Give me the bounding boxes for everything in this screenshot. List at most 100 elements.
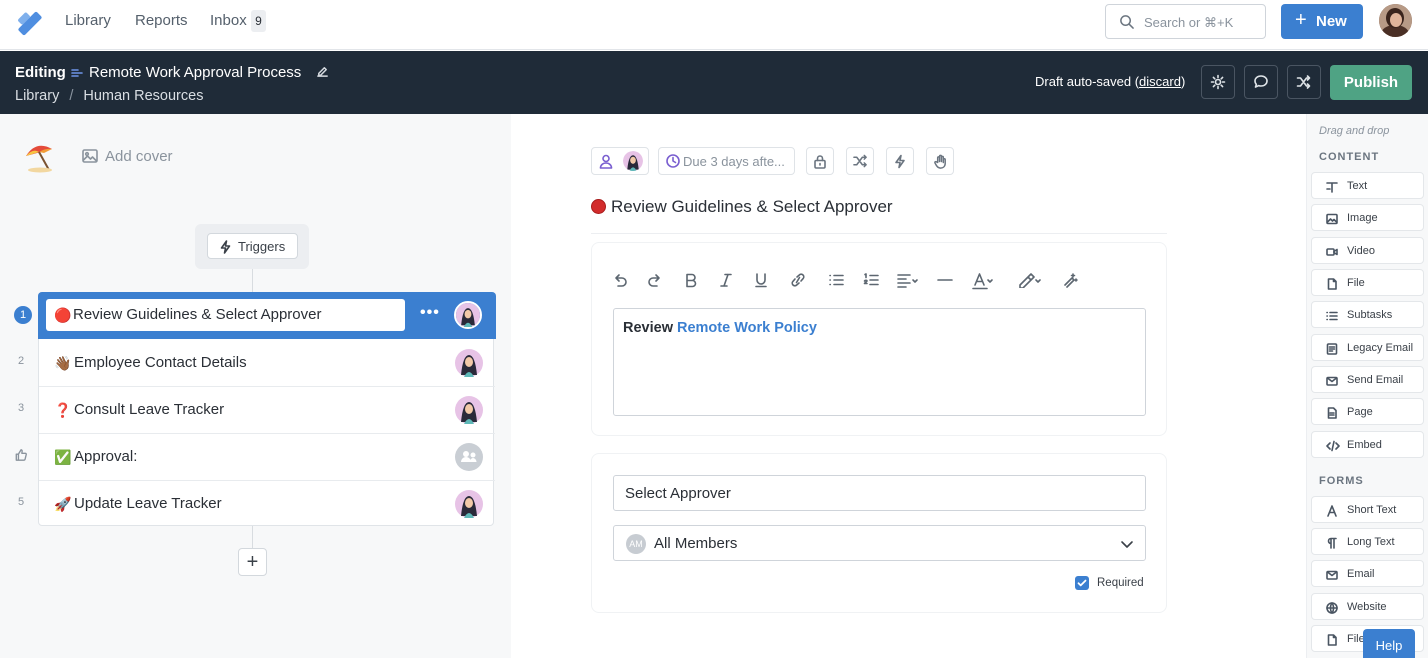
settings-button[interactable]	[1201, 65, 1235, 99]
drag-drop-hint: Drag and drop	[1319, 125, 1390, 137]
undo-icon[interactable]	[612, 272, 628, 288]
nav-link-reports[interactable]: Reports	[135, 12, 188, 29]
palette-item-short-text[interactable]: Short Text	[1311, 496, 1424, 523]
app-logo[interactable]	[14, 6, 46, 38]
members-dropdown[interactable]: AM All Members	[613, 525, 1146, 561]
text-icon	[1326, 182, 1338, 193]
palette-item-send-email[interactable]: Send Email	[1311, 366, 1424, 393]
palette-item-subtasks[interactable]: Subtasks	[1311, 301, 1424, 328]
top-navigation: Library Reports Inbox 9 + New	[0, 0, 1428, 50]
palette-item-long-text[interactable]: Long Text	[1311, 528, 1424, 555]
discard-link[interactable]: discard	[1139, 74, 1181, 89]
palette-item-legacy-email[interactable]: Legacy Email	[1311, 334, 1424, 361]
task-item-approval[interactable]: ✅ Approval:	[15, 434, 495, 481]
permissions-button[interactable]	[806, 147, 834, 175]
bold-icon[interactable]	[683, 272, 699, 288]
underline-icon[interactable]	[753, 272, 769, 288]
palette-item-video[interactable]: Video	[1311, 237, 1424, 264]
video-icon	[1326, 248, 1338, 256]
palette-item-page[interactable]: Page	[1311, 398, 1424, 425]
redo-icon[interactable]	[647, 272, 663, 288]
step-title[interactable]: Review Guidelines & Select Approver	[591, 197, 893, 217]
palette-item-email[interactable]: Email	[1311, 560, 1424, 587]
due-date-label: Due 3 days afte...	[683, 154, 785, 169]
draft-status: Draft auto-saved (discard)	[1035, 74, 1186, 89]
italic-icon[interactable]	[718, 272, 734, 288]
connector-line	[252, 269, 253, 294]
add-step-button[interactable]: +	[238, 548, 267, 576]
steps-panel: Add cover Triggers 1 🔴 Review Guidelines…	[0, 114, 511, 658]
task-number: 1	[14, 306, 32, 324]
task-title-input[interactable]: 🔴 Review Guidelines & Select Approver	[46, 299, 405, 331]
plus-icon: +	[1295, 9, 1307, 31]
task-item-review-guidelines[interactable]: 1 🔴 Review Guidelines & Select Approver …	[14, 292, 496, 339]
triggers-button[interactable]: Triggers	[207, 233, 298, 259]
align-icon[interactable]	[897, 272, 921, 288]
publish-button[interactable]: Publish	[1330, 65, 1412, 100]
edit-title-icon[interactable]	[316, 65, 329, 78]
nav-link-library[interactable]: Library	[65, 12, 111, 29]
search-box[interactable]	[1105, 4, 1266, 39]
palette-item-text[interactable]: Text	[1311, 172, 1424, 199]
group-avatar-icon[interactable]	[455, 443, 483, 471]
legacy-email-icon	[1326, 343, 1338, 355]
new-button[interactable]: + New	[1281, 4, 1363, 39]
connector-line	[252, 526, 253, 548]
bolt-icon	[895, 154, 905, 168]
numbered-list-icon[interactable]	[863, 272, 879, 288]
stop-task-button[interactable]	[926, 147, 954, 175]
clear-format-icon[interactable]	[1062, 272, 1078, 288]
bullet-list-icon[interactable]	[828, 272, 844, 288]
search-input[interactable]	[1144, 13, 1262, 31]
clock-icon	[666, 154, 680, 168]
automation-button[interactable]	[886, 147, 914, 175]
palette-item-embed[interactable]: Embed	[1311, 431, 1424, 458]
due-date-button[interactable]: Due 3 days afte...	[658, 147, 795, 175]
step-editor: Due 3 days afte... Review Guidelines & S…	[511, 114, 1306, 658]
link-icon[interactable]	[789, 272, 807, 288]
assignee-avatar[interactable]	[455, 349, 483, 377]
assignee-avatar[interactable]	[455, 490, 483, 518]
assign-button[interactable]	[591, 147, 649, 175]
conditional-logic-button[interactable]	[1287, 65, 1321, 99]
assignee-avatar[interactable]	[455, 396, 483, 424]
task-item-update-leave-tracker[interactable]: 5 🚀 Update Leave Tracker	[18, 481, 495, 528]
user-avatar[interactable]	[1379, 4, 1412, 37]
email-icon	[1326, 570, 1338, 580]
task-number: 5	[17, 496, 25, 508]
user-icon	[599, 154, 613, 169]
task-number: 2	[17, 355, 25, 367]
conditional-logic-button[interactable]	[846, 147, 874, 175]
required-checkbox[interactable]	[1075, 576, 1089, 590]
task-item-consult-leave-tracker[interactable]: 3 ❓ Consult Leave Tracker	[18, 387, 495, 434]
text-color-icon[interactable]	[972, 272, 996, 290]
palette-item-file[interactable]: File	[1311, 269, 1424, 296]
more-options-icon[interactable]: •••	[420, 304, 440, 322]
task-title: Employee Contact Details	[74, 354, 247, 371]
shuffle-icon	[1296, 75, 1311, 89]
palette-item-website[interactable]: Website	[1311, 593, 1424, 620]
breadcrumb-human-resources[interactable]: Human Resources	[83, 88, 203, 104]
palette-item-image[interactable]: Image	[1311, 204, 1424, 231]
breadcrumb-library[interactable]: Library	[15, 88, 59, 104]
workflow-title[interactable]: Remote Work Approval Process	[89, 64, 301, 81]
task-emoji: ✅	[54, 449, 72, 465]
task-number: 3	[17, 402, 25, 414]
new-button-label: New	[1316, 13, 1347, 30]
rich-text-editor[interactable]: Review Remote Work Policy	[613, 308, 1146, 416]
workflow-emoji-icon[interactable]	[22, 139, 56, 173]
search-icon	[1119, 14, 1134, 29]
required-label: Required	[1097, 577, 1144, 589]
member-initials-avatar: AM	[626, 534, 646, 554]
task-item-employee-contact[interactable]: 2 👋🏾 Employee Contact Details	[18, 340, 495, 387]
remote-work-policy-link[interactable]: Remote Work Policy	[677, 320, 817, 336]
horizontal-rule-icon[interactable]	[937, 272, 953, 288]
assignee-avatar[interactable]	[454, 301, 482, 329]
task-emoji: 🚀	[54, 496, 72, 512]
help-button[interactable]: Help	[1363, 629, 1415, 658]
task-title: Approval:	[74, 448, 138, 465]
comments-button[interactable]	[1244, 65, 1278, 99]
highlight-icon[interactable]	[1017, 272, 1043, 288]
field-label-input[interactable]: Select Approver	[613, 475, 1146, 511]
nav-link-inbox[interactable]: Inbox	[210, 12, 247, 29]
